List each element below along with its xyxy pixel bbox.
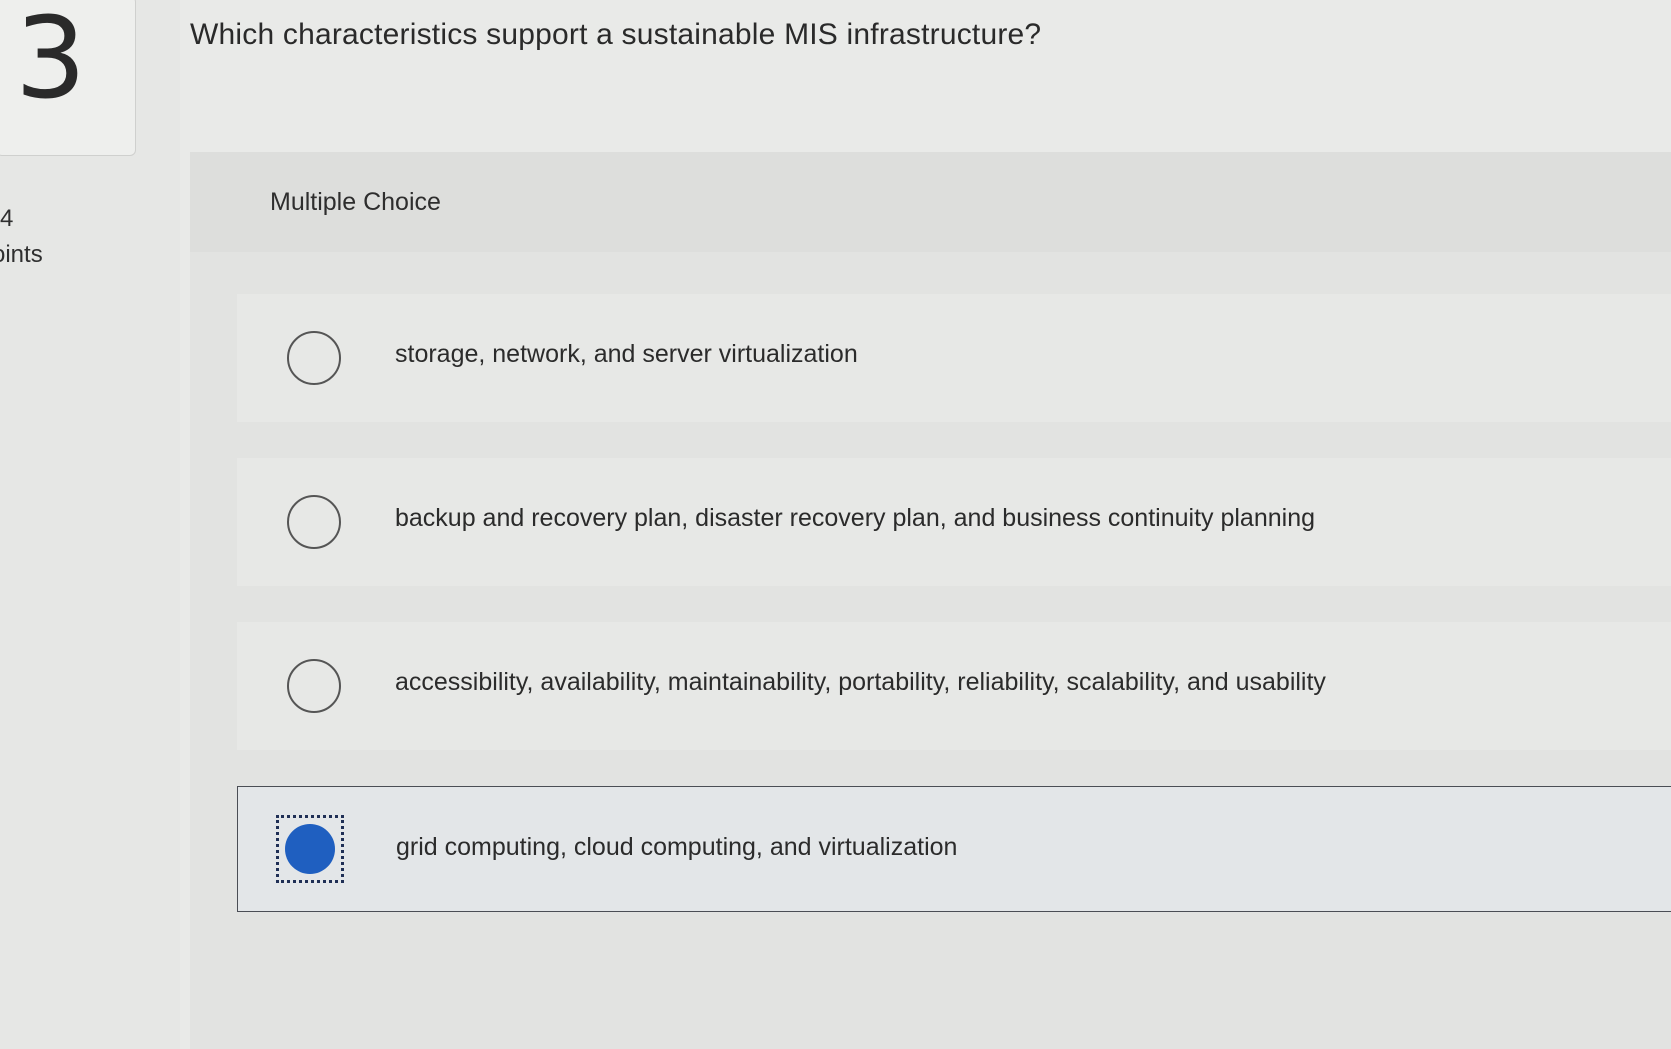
points-value: 4 [0, 205, 14, 232]
answer-panel: Multiple Choice storage, network, and se… [190, 152, 1671, 1049]
radio-filled-dot [285, 824, 335, 874]
points-label: oints [0, 241, 43, 268]
radio-button-selected[interactable] [276, 815, 344, 883]
question-type-label: Multiple Choice [270, 188, 441, 216]
radio-button[interactable] [287, 331, 341, 385]
question-number-box: 3 [0, 0, 136, 156]
answer-option[interactable]: accessibility, availability, maintainabi… [237, 622, 1671, 750]
radio-button[interactable] [287, 495, 341, 549]
answer-option-selected[interactable]: grid computing, cloud computing, and vir… [237, 786, 1671, 912]
left-rail: 3 4 oints [0, 0, 180, 1049]
answer-option[interactable]: backup and recovery plan, disaster recov… [237, 458, 1671, 586]
answer-option-label: backup and recovery plan, disaster recov… [395, 504, 1315, 532]
question-number: 3 [15, 0, 87, 124]
panel-header: Multiple Choice [190, 152, 1671, 252]
question-prompt: Which characteristics support a sustaina… [190, 18, 1042, 51]
answer-option[interactable]: storage, network, and server virtualizat… [237, 294, 1671, 422]
answer-option-label: accessibility, availability, maintainabi… [395, 668, 1326, 696]
radio-button[interactable] [287, 659, 341, 713]
answer-option-label: grid computing, cloud computing, and vir… [396, 833, 958, 861]
answer-option-label: storage, network, and server virtualizat… [395, 340, 858, 368]
